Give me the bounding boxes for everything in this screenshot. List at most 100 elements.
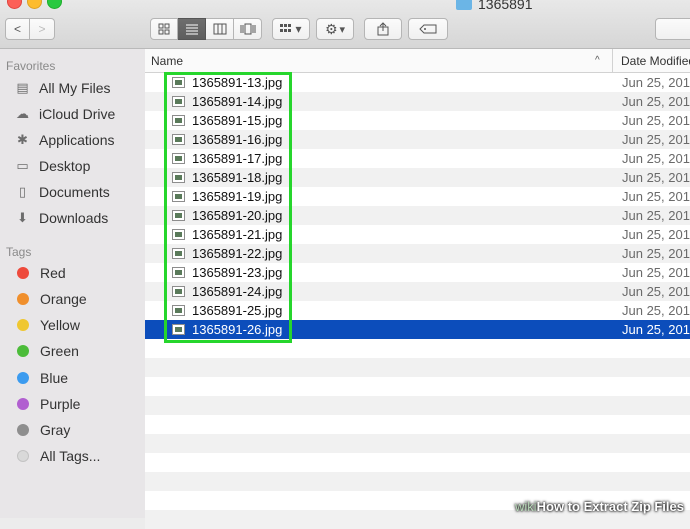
sidebar-item-icloud-drive[interactable]: ☁ iCloud Drive: [14, 103, 142, 125]
cover-flow-button[interactable]: [234, 18, 262, 40]
watermark-text: How to Extract Zip Files: [536, 499, 684, 514]
chevron-left-icon: <: [13, 22, 21, 36]
list-icon: [185, 24, 198, 35]
sidebar-item-all-my-files[interactable]: ▤ All My Files: [14, 77, 142, 99]
sidebar-item-label: Documents: [39, 184, 110, 200]
sidebar-tag-green[interactable]: Green: [14, 340, 142, 362]
sidebar-item-documents[interactable]: ▯ Documents: [14, 181, 142, 203]
tag-dot-icon: [17, 424, 29, 436]
nav-buttons: < >: [5, 18, 55, 42]
edit-tags-button[interactable]: [408, 18, 448, 40]
sidebar-tag-red[interactable]: Red: [14, 262, 142, 284]
file-date: Jun 25, 2018: [622, 113, 690, 128]
tag-label: Gray: [40, 422, 71, 438]
gear-icon: ⚙: [324, 20, 338, 37]
tag-label: Red: [40, 265, 66, 281]
column-view-button[interactable]: [206, 18, 234, 40]
share-button[interactable]: [364, 18, 402, 40]
sidebar-tag-blue[interactable]: Blue: [14, 367, 142, 389]
file-date: Jun 25, 2018: [622, 303, 690, 318]
tag-dot-icon: [17, 450, 29, 462]
file-date: Jun 25, 2018: [622, 208, 690, 223]
empty-row: [145, 377, 690, 396]
tags-header: Tags: [6, 245, 32, 259]
sidebar-item-downloads[interactable]: ⬇ Downloads: [14, 207, 142, 229]
column-header: Name ^ Date Modified: [145, 49, 690, 73]
back-button[interactable]: <: [5, 18, 30, 40]
window-title-text: 1365891: [478, 0, 533, 12]
close-button[interactable]: [7, 0, 22, 9]
column-divider: [612, 49, 613, 72]
window-title: 1365891: [456, 0, 533, 12]
search-field[interactable]: [655, 18, 690, 40]
action-button[interactable]: ⚙ ▾: [316, 18, 354, 40]
tag-label: Green: [40, 343, 79, 359]
tag-icon: [419, 24, 437, 34]
tag-label: Purple: [40, 396, 81, 412]
downloads-icon: ⬇: [17, 210, 28, 225]
tag-dot-icon: [17, 398, 29, 410]
cloud-icon: ☁: [16, 106, 29, 121]
forward-button[interactable]: >: [30, 18, 55, 40]
sidebar-all-tags[interactable]: All Tags...: [14, 445, 142, 467]
tag-label: All Tags...: [40, 448, 101, 464]
minimize-button[interactable]: [27, 0, 42, 9]
grid-icon: [158, 23, 170, 35]
all-files-icon: ▤: [16, 80, 29, 95]
documents-icon: ▯: [18, 184, 27, 199]
empty-row: [145, 453, 690, 472]
applications-icon: ✱: [17, 132, 28, 147]
watermark-brand: wiki: [514, 499, 537, 514]
dropdown-arrow-icon: ▾: [295, 22, 302, 36]
file-date: Jun 25, 2018: [622, 246, 690, 261]
sidebar-item-label: Applications: [39, 132, 115, 148]
file-date: Jun 25, 2018: [622, 170, 690, 185]
tag-label: Orange: [40, 291, 87, 307]
sidebar-item-label: All My Files: [39, 80, 111, 96]
tag-label: Blue: [40, 370, 69, 386]
chevron-right-icon: >: [38, 22, 46, 36]
file-date: Jun 25, 2018: [622, 75, 690, 90]
arrange-button[interactable]: ▾: [272, 18, 310, 40]
file-date: Jun 25, 2018: [622, 94, 690, 109]
favorites-header: Favorites: [6, 59, 56, 73]
empty-row: [145, 415, 690, 434]
icon-view-button[interactable]: [150, 18, 178, 40]
tag-dot-icon: [17, 293, 29, 305]
sidebar-tag-purple[interactable]: Purple: [14, 393, 142, 415]
file-date: Jun 25, 2018: [622, 189, 690, 204]
search-group: [655, 18, 690, 42]
sidebar-item-label: Desktop: [39, 158, 91, 174]
columns-icon: [213, 23, 226, 35]
view-buttons: [150, 18, 262, 42]
sidebar-item-applications[interactable]: ✱ Applications: [14, 129, 142, 151]
tag-group: [408, 18, 448, 42]
sidebar: Favorites ▤ All My Files ☁ iCloud Drive …: [0, 49, 145, 518]
share-group: [364, 18, 402, 42]
empty-row: [145, 434, 690, 453]
window-titlebar: 1365891 < > ▾ ⚙ ▾: [0, 0, 690, 49]
file-date: Jun 25, 2018: [622, 284, 690, 299]
share-icon: [377, 22, 389, 36]
sort-arrow-icon: ^: [595, 55, 600, 66]
sidebar-item-label: Downloads: [39, 210, 109, 226]
tag-dot-icon: [17, 319, 29, 331]
cover-flow-icon: [240, 23, 255, 35]
dropdown-arrow-icon: ▾: [339, 23, 346, 36]
sidebar-tag-gray[interactable]: Gray: [14, 419, 142, 441]
sidebar-tag-orange[interactable]: Orange: [14, 288, 142, 310]
watermark: wikiHow to Extract Zip Files: [515, 499, 684, 514]
file-date: Jun 25, 2018: [622, 132, 690, 147]
tag-dot-icon: [17, 372, 29, 384]
folder-icon: [456, 0, 472, 10]
date-column-header[interactable]: Date Modified: [621, 54, 690, 68]
desktop-icon: ▭: [16, 158, 29, 173]
name-column-header[interactable]: Name: [151, 54, 183, 68]
sidebar-tag-yellow[interactable]: Yellow: [14, 314, 142, 336]
tag-label: Yellow: [40, 317, 80, 333]
empty-row: [145, 396, 690, 415]
sidebar-item-desktop[interactable]: ▭ Desktop: [14, 155, 142, 177]
zoom-button[interactable]: [47, 0, 62, 9]
list-view-button[interactable]: [178, 18, 206, 40]
empty-row: [145, 358, 690, 377]
